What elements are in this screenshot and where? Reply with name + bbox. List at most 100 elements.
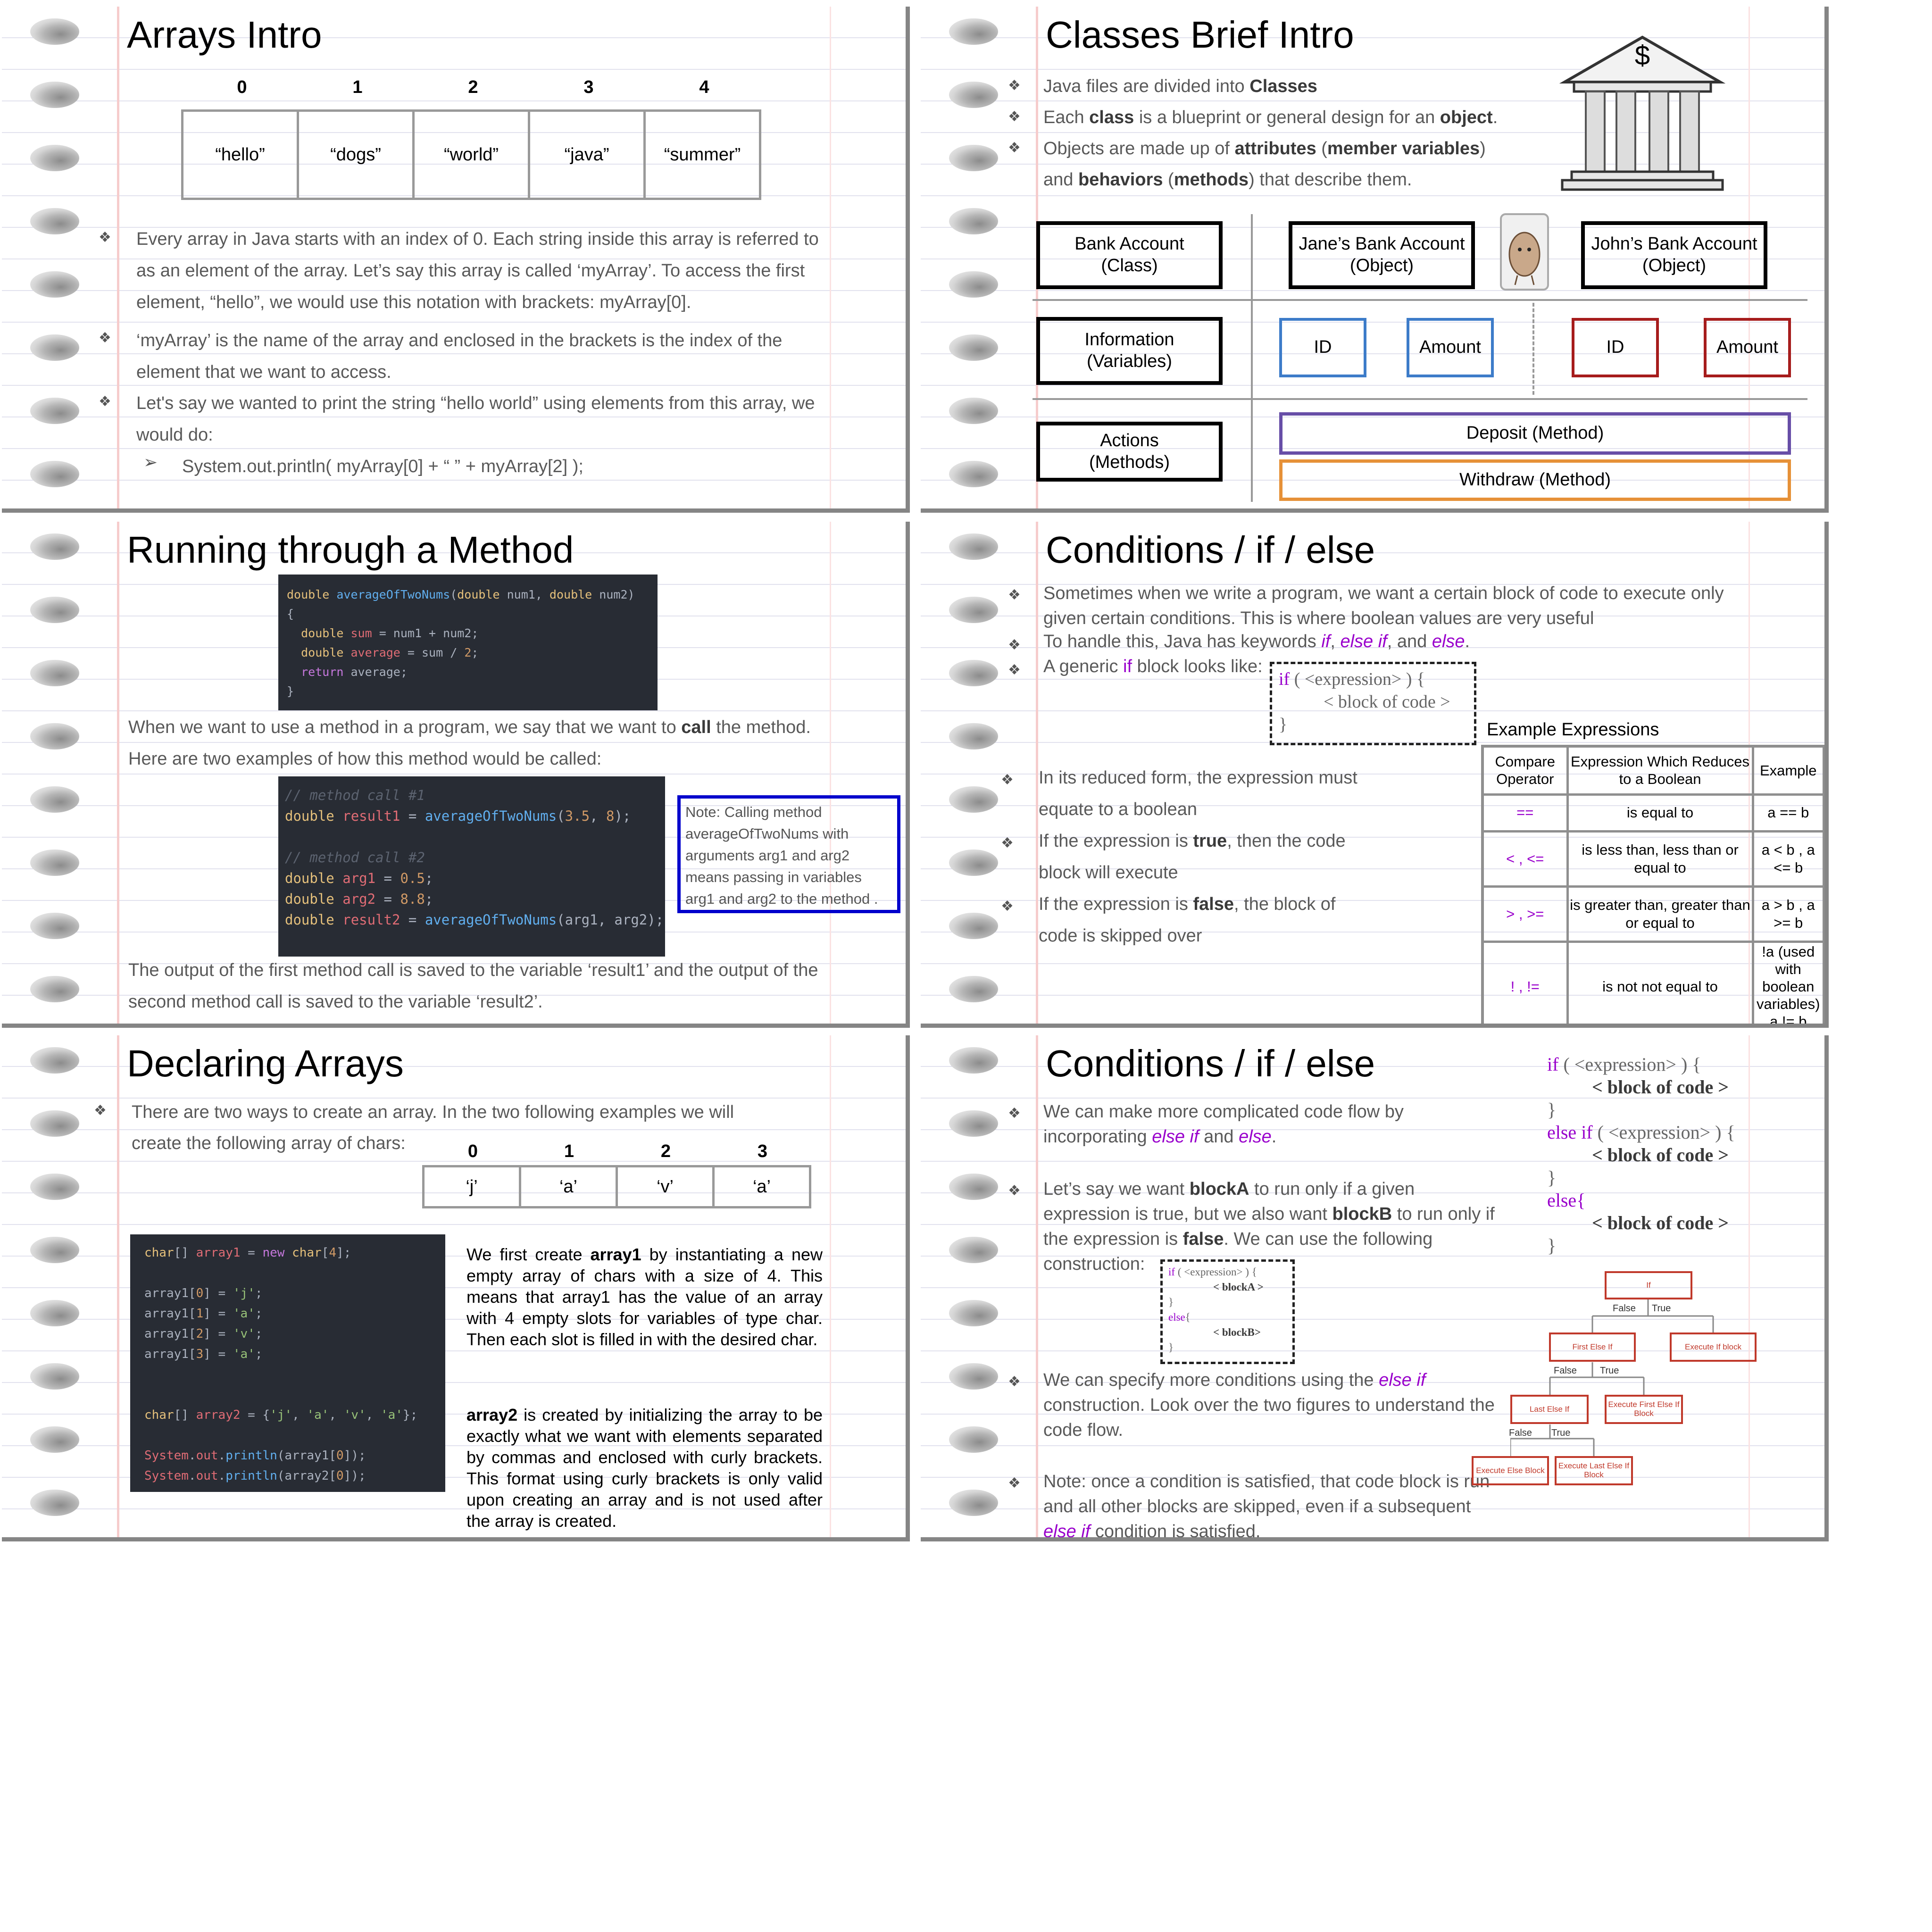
array1-explanation: We first create array1 by instantiating …	[466, 1245, 823, 1349]
array-cell: “java”	[528, 109, 646, 200]
table-cell: ==	[1481, 793, 1569, 833]
bullet-text: To handle this, Java has keywords if, el…	[1043, 632, 1470, 651]
binder-hole	[30, 1363, 79, 1390]
bullet-text: Each class is a blueprint or general des…	[1043, 108, 1498, 127]
array-cell: “summer”	[643, 109, 761, 200]
array-index: 2	[660, 1141, 671, 1161]
array-cell: “world”	[412, 109, 530, 200]
bullet-text: Java files are divided into Classes	[1043, 76, 1317, 96]
divider	[1033, 398, 1807, 400]
variables-label-box: Information (Variables)	[1036, 317, 1223, 385]
tree-node-execute-first-else-if: Execute First Else If Block	[1605, 1395, 1683, 1424]
slide-title: Running through a Method	[127, 529, 574, 571]
divider	[1251, 214, 1253, 502]
binder-hole	[30, 461, 79, 487]
john-amount-field: Amount	[1704, 318, 1791, 377]
binder-hole	[949, 208, 998, 234]
john-id-field: ID	[1572, 318, 1659, 377]
bullet-text: ‘myArray’ is the name of the array and e…	[136, 331, 783, 382]
janes-account-box: Jane’s Bank Account (Object)	[1289, 221, 1475, 289]
bullet-icon: ❖	[1008, 1475, 1021, 1491]
table-cell: < , <=	[1481, 830, 1569, 888]
tree-label-false: False	[1554, 1366, 1577, 1376]
binder-hole	[949, 334, 998, 361]
bullet-icon: ❖	[99, 394, 111, 409]
tree-label-true: True	[1551, 1428, 1571, 1438]
table-header: Compare Operator	[1481, 745, 1569, 796]
table-cell: !a (used with boolean variables) a != b	[1751, 940, 1824, 1024]
binder-hole	[30, 597, 79, 623]
binder-hole	[30, 1110, 79, 1137]
binder-hole	[30, 786, 79, 813]
array-index: 4	[699, 77, 709, 97]
tree-label-false: False	[1613, 1303, 1636, 1314]
if-else-if-syntax: if ( <expression> ) { < block of code > …	[1547, 1054, 1735, 1256]
bullet-text: If the expression is true, then the code…	[1039, 831, 1346, 883]
binder-hole	[949, 533, 998, 560]
bullet-icon: ❖	[1008, 109, 1021, 125]
jane-amount-field: Amount	[1407, 318, 1494, 377]
table-header: Expression Which Reduces to a Boolean	[1566, 745, 1754, 796]
binder-hole	[30, 660, 79, 686]
bullet-icon: ❖	[1008, 662, 1021, 678]
binder-hole	[30, 723, 79, 749]
bullet-text: Let's say we wanted to print the string …	[136, 393, 815, 445]
binder-hole	[30, 145, 79, 171]
slide-title: Conditions / if / else	[1046, 529, 1375, 571]
binder-hole	[30, 1426, 79, 1453]
binder-hole	[949, 145, 998, 171]
binder-hole	[949, 1363, 998, 1390]
binder-hole	[30, 1174, 79, 1200]
tree-node-execute-else: Execute Else Block	[1472, 1456, 1549, 1485]
binder-hole	[30, 271, 79, 298]
tree-label-false: False	[1509, 1428, 1532, 1438]
margin-line	[1036, 522, 1038, 1024]
bullet-icon: ❖	[99, 230, 111, 245]
array-index: 1	[564, 1141, 575, 1161]
array-index: 3	[757, 1141, 768, 1161]
binder-hole	[949, 1047, 998, 1074]
binder-hole	[949, 1426, 998, 1453]
binder-hole	[30, 533, 79, 560]
binder-hole	[30, 849, 79, 876]
binder-hole	[949, 398, 998, 424]
johns-account-box: John’s Bank Account (Object)	[1581, 221, 1767, 289]
binder-hole	[30, 1300, 79, 1326]
margin-line	[117, 1035, 119, 1537]
slide-title: Arrays Intro	[127, 14, 322, 56]
paragraph: When we want to use a method in a progra…	[128, 717, 811, 769]
dollar-sign: $	[1634, 40, 1650, 71]
bullet-text: Sometimes when we write a program, we wa…	[1043, 583, 1724, 628]
table-cell: ! , !=	[1481, 940, 1569, 1024]
class-label-box: Bank Account (Class)	[1036, 221, 1223, 289]
binder-hole	[949, 976, 998, 1002]
array-code-block: char[] array1 = new char[4]; array1[0] =…	[130, 1234, 445, 1492]
bullet-icon: ❖	[1008, 1106, 1021, 1121]
binder-hole	[949, 849, 998, 876]
table-cell: > , >=	[1481, 885, 1569, 943]
tree-label-true: True	[1652, 1303, 1671, 1314]
binder-hole	[30, 82, 79, 108]
arrow-bullet-icon: ➢	[143, 452, 158, 472]
slide-title: Classes Brief Intro	[1046, 14, 1354, 56]
bullet-text: Objects are made up of attributes (membe…	[1043, 139, 1486, 158]
bullet-icon: ❖	[1008, 1183, 1021, 1199]
bullet-icon: ❖	[1001, 899, 1014, 914]
if-else-example: if ( <expression> ) { < blockA > } else{…	[1160, 1259, 1295, 1364]
bullet-icon: ❖	[1008, 587, 1021, 603]
bullet-text: A generic if block looks like:	[1043, 657, 1263, 676]
bullet-icon: ❖	[1008, 1374, 1021, 1390]
potato-scroll-icon	[1500, 213, 1549, 291]
deposit-method-box: Deposit (Method)	[1279, 412, 1791, 455]
array-index: 0	[467, 1141, 478, 1161]
binder-hole	[30, 398, 79, 424]
slide-title: Conditions / if / else	[1046, 1042, 1375, 1084]
array-cell: ‘v’	[616, 1165, 715, 1208]
table-cell: a < b , a <= b	[1751, 830, 1824, 888]
array-index: 2	[468, 77, 478, 97]
bullet-icon: ❖	[1001, 835, 1014, 851]
bullet-text: In its reduced form, the expression must…	[1039, 768, 1357, 819]
binder-hole	[949, 1237, 998, 1263]
array2-explanation: array2 is created by initializing the ar…	[466, 1405, 823, 1531]
binder-hole	[949, 660, 998, 686]
